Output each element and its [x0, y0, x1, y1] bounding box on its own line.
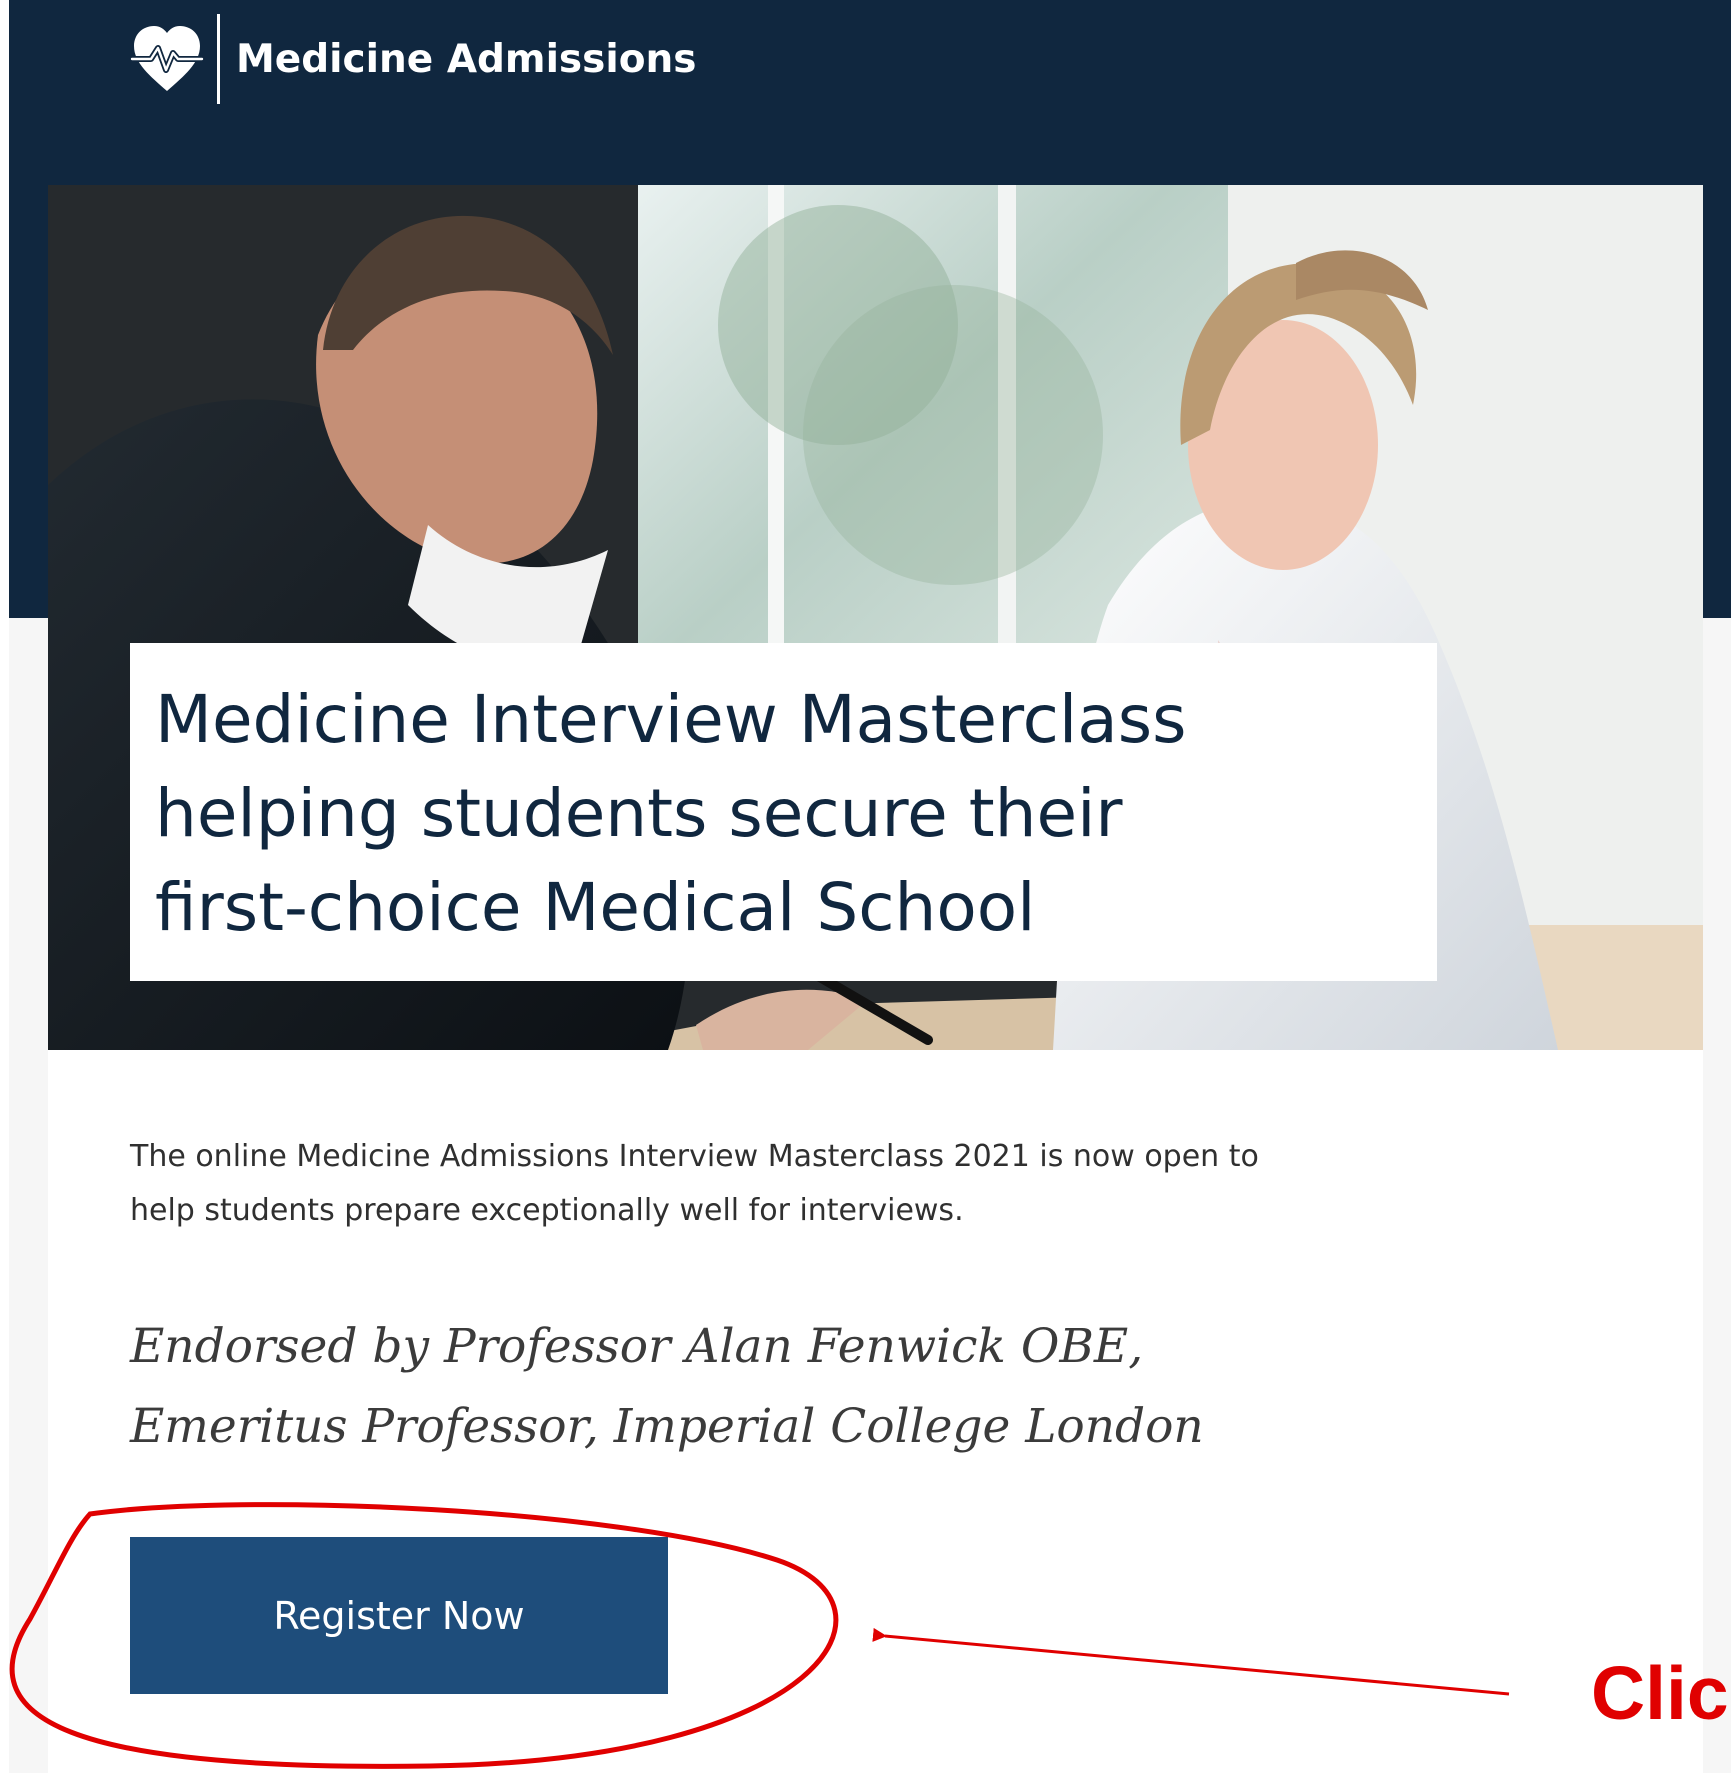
logo-divider [217, 14, 220, 104]
endorsement-line: Endorsed by Professor Alan Fenwick OBE, [130, 1319, 1144, 1374]
intro-paragraph: The online Medicine Admissions Interview… [130, 1130, 1580, 1238]
brand-name: Medicine Admissions [236, 36, 697, 82]
hero-headline: Medicine Interview Masterclass helping s… [155, 673, 1412, 955]
hero-headline-line: first-choice Medical School [155, 869, 1036, 946]
intro-line: help students prepare exceptionally well… [130, 1193, 964, 1228]
register-now-button[interactable]: Register Now [130, 1537, 668, 1694]
endorsement-line: Emeritus Professor, Imperial College Lon… [130, 1399, 1204, 1454]
endorsement-quote: Endorsed by Professor Alan Fenwick OBE, … [130, 1307, 1580, 1467]
intro-line: The online Medicine Admissions Interview… [130, 1139, 1259, 1174]
email-page: Medicine Admissions Medicine Interview M… [0, 0, 1731, 1773]
heart-pulse-icon [129, 26, 205, 91]
hero-headline-line: helping students secure their [155, 775, 1123, 852]
hero-headline-box: Medicine Interview Masterclass helping s… [130, 643, 1437, 981]
brand-logo[interactable]: Medicine Admissions [127, 14, 697, 104]
hero-headline-line: Medicine Interview Masterclass [155, 681, 1187, 758]
